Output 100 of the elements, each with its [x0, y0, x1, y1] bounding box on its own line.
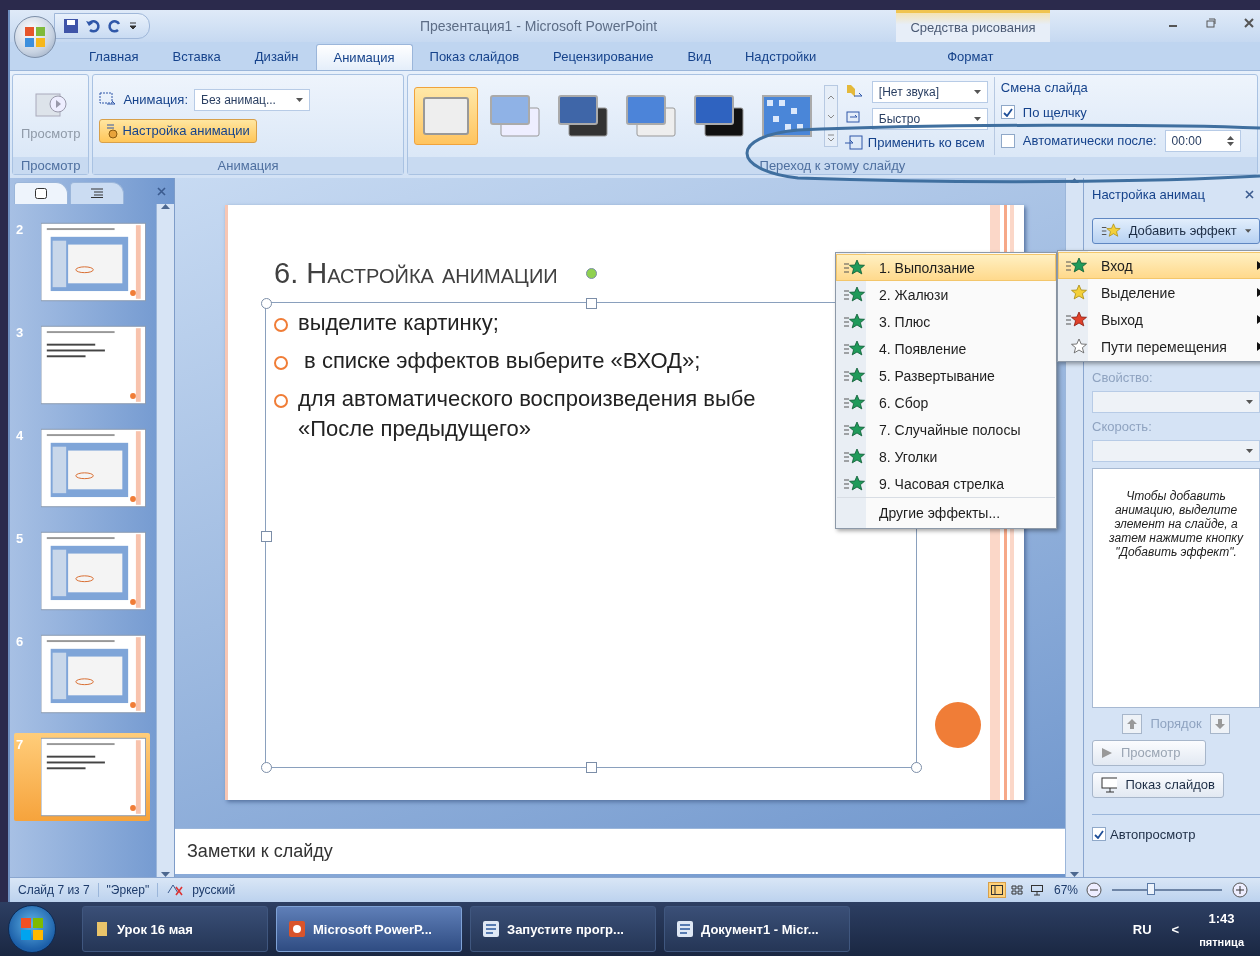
checkbox[interactable] — [1000, 105, 1015, 120]
customize-icon[interactable] — [129, 21, 137, 31]
taskbar-button[interactable]: Microsoft PowerP... — [276, 906, 462, 952]
office-button[interactable] — [14, 16, 56, 58]
menu-item[interactable]: Пути перемещения — [1059, 333, 1260, 360]
star-icon — [843, 474, 865, 493]
pane-tab[interactable] — [14, 181, 68, 204]
add-effect-button[interactable]: Добавить эффект — [1092, 217, 1260, 244]
slide-title: 6. Настройка анимации — [274, 256, 558, 290]
slideshow-button[interactable]: Показ слайдов — [1092, 771, 1224, 798]
ribbon-tab[interactable]: Вставка — [155, 43, 238, 70]
close-icon[interactable] — [157, 186, 166, 196]
resize-handle[interactable] — [261, 530, 272, 542]
star-icon — [843, 447, 865, 466]
outline-icon — [91, 188, 103, 199]
order-label: Порядок — [1150, 716, 1202, 732]
group-label: Просмотр — [13, 156, 89, 174]
resize-handle[interactable] — [586, 297, 597, 309]
caret-icon — [973, 116, 981, 121]
checkbox[interactable] — [1000, 133, 1015, 148]
star-icon — [843, 258, 865, 277]
ribbon-tab[interactable]: Надстройки — [728, 43, 834, 70]
transition-thumbnail-icon — [760, 93, 813, 138]
apply-to-all-button[interactable]: Применить ко всем — [867, 135, 985, 151]
menu-item[interactable]: 7. Случайные полосы — [837, 416, 1055, 443]
menu-item[interactable]: 5. Развертывание — [837, 362, 1055, 389]
taskbar-button[interactable]: Документ1 - Micr... — [664, 906, 850, 952]
bullet-text: в списке эффектов выберите «ВХОД»; — [303, 347, 701, 374]
zoom-out-icon[interactable] — [1086, 882, 1102, 898]
star-icon — [843, 420, 865, 439]
resize-handle[interactable] — [261, 297, 272, 309]
document-icon — [483, 921, 499, 937]
caret-icon — [973, 89, 981, 94]
ribbon-tab[interactable]: Формат — [893, 43, 1048, 70]
view-button[interactable] — [987, 882, 1006, 898]
menu-item[interactable]: 9. Часовая стрелка — [837, 470, 1055, 497]
menu-item[interactable]: Другие эффекты... — [837, 497, 1055, 527]
resize-handle[interactable] — [261, 761, 272, 773]
checkbox-label: Автопросмотр — [1110, 826, 1196, 842]
sound-dropdown[interactable]: [Нет звука] — [871, 80, 988, 103]
menu-item[interactable]: 2. Жалюзи — [837, 281, 1055, 308]
transition-thumbnail-icon — [692, 93, 745, 138]
bullet-text: «После предыдущего» — [298, 415, 532, 442]
animation-dropdown[interactable]: Без анимац... — [194, 88, 310, 111]
redo-icon[interactable] — [107, 18, 123, 34]
play-icon — [1101, 746, 1113, 759]
zoom-in-icon[interactable] — [1232, 882, 1248, 898]
rotate-handle[interactable] — [586, 267, 597, 279]
close-icon[interactable] — [1245, 190, 1254, 200]
checkbox-label: По щелчку — [1022, 104, 1087, 120]
status-text: русский — [192, 883, 236, 897]
ribbon-tab[interactable]: Анимация — [315, 43, 413, 70]
menu-item[interactable]: 3. Плюс — [837, 308, 1055, 335]
menu-item[interactable]: Вход — [1058, 252, 1260, 279]
menu-item[interactable]: 1. Выползание — [836, 254, 1056, 281]
checkbox[interactable] — [1092, 827, 1106, 842]
restore-icon[interactable] — [1206, 18, 1216, 28]
close-icon[interactable] — [1244, 18, 1254, 28]
ribbon-tab[interactable]: Вид — [670, 43, 728, 70]
language-indicator[interactable]: RU — [1132, 921, 1152, 937]
time-spinner[interactable]: 00:00 — [1164, 129, 1241, 152]
menu-item[interactable]: 6. Сбор — [837, 389, 1055, 416]
undo-icon[interactable] — [85, 18, 101, 34]
resize-handle[interactable] — [586, 761, 597, 773]
transition-thumbnail-icon — [488, 93, 541, 138]
accent-circle-icon — [934, 700, 982, 749]
menu-item[interactable]: 8. Уголки — [837, 443, 1055, 470]
zoom-thumb[interactable] — [1146, 883, 1155, 895]
taskbar-button[interactable]: Запустите прогр... — [470, 906, 656, 952]
notes-field[interactable]: Заметки к слайду — [175, 827, 1065, 874]
group-label: Анимация — [93, 156, 403, 174]
animation-settings-icon — [106, 122, 119, 139]
custom-animation-button[interactable]: Настройка анимации — [99, 118, 257, 143]
document-icon — [677, 921, 693, 937]
section-title: Смена слайда — [1000, 79, 1089, 95]
menu-item[interactable]: Выход — [1059, 306, 1260, 333]
scrollbar[interactable] — [156, 203, 174, 877]
animation-list[interactable]: Чтобы добавить анимацию, выделите элемент на слайде, а затем нажмите кнопку "Добавить эффект". — [1092, 467, 1260, 708]
ribbon-tab[interactable]: Главная — [72, 43, 156, 70]
save-icon[interactable] — [63, 18, 79, 34]
gallery-scroll-icon[interactable] — [823, 84, 838, 147]
ribbon-tab[interactable]: Дизайн — [237, 43, 316, 70]
slide-number: 7 — [16, 736, 25, 752]
slides-icon — [35, 187, 47, 199]
ribbon-tab[interactable]: Рецензирование — [536, 43, 671, 70]
taskbar-button[interactable]: Урок 16 мая — [82, 906, 268, 952]
move-up-button[interactable] — [1122, 713, 1143, 734]
pane-tab[interactable] — [70, 181, 124, 204]
tray-toggle[interactable]: < — [1171, 921, 1180, 937]
menu-item[interactable]: Выделение — [1059, 279, 1260, 306]
checkbox-label: Автоматически после: — [1022, 133, 1157, 149]
move-down-button[interactable] — [1209, 713, 1230, 734]
ribbon-tab[interactable]: Показ слайдов — [412, 43, 537, 70]
resize-handle[interactable] — [911, 761, 922, 773]
zoom-percent[interactable]: 67% — [1053, 883, 1078, 897]
menu-item[interactable]: 4. Появление — [837, 335, 1055, 362]
scroll-up-icon[interactable] — [161, 203, 170, 209]
start-button[interactable] — [8, 905, 56, 953]
projector-icon — [1101, 776, 1118, 793]
bullet-icon — [274, 393, 288, 408]
